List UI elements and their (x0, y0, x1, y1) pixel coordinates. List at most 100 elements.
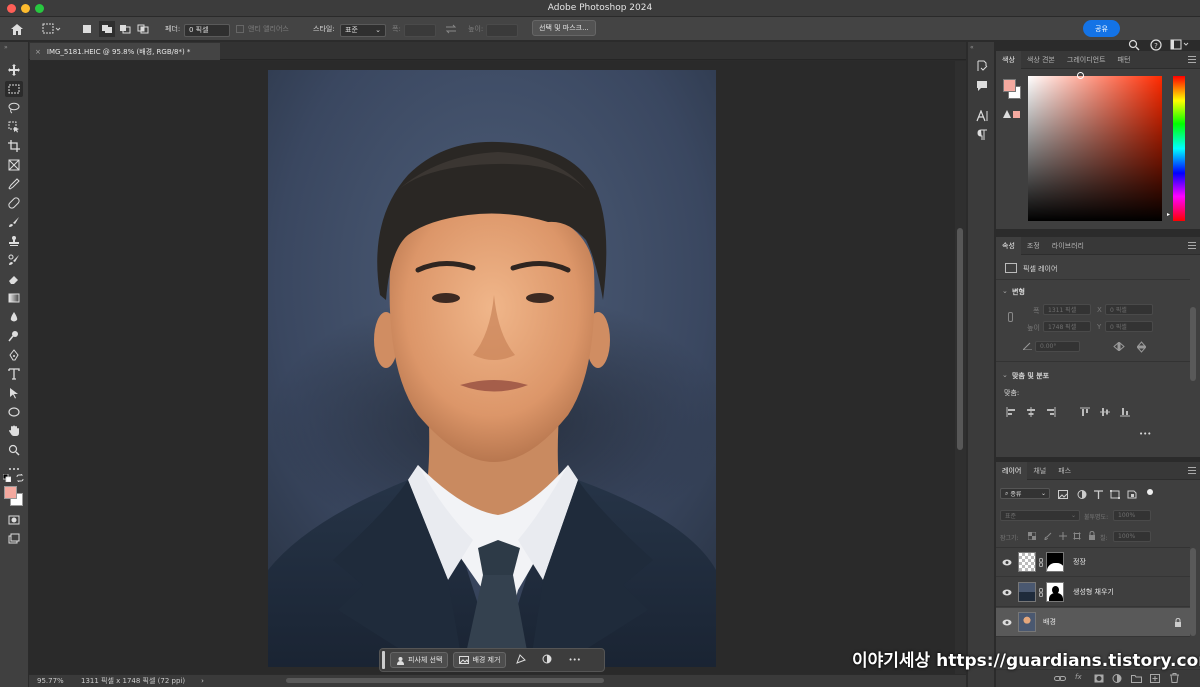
tab-paths[interactable]: 패스 (1052, 462, 1077, 480)
home-button[interactable] (10, 21, 24, 37)
vertical-scroll-thumb[interactable] (957, 228, 963, 450)
blur-tool[interactable] (5, 309, 23, 325)
antialias-checkbox[interactable]: 앤티 앨리어스 (236, 21, 289, 37)
tab-layers[interactable]: 레이어 (996, 462, 1028, 480)
x-field[interactable]: 0 픽셀 (1105, 304, 1153, 315)
type-tool[interactable] (5, 366, 23, 382)
layer-name[interactable]: 배경 (1043, 617, 1056, 627)
opacity-field[interactable]: 100% (1113, 510, 1151, 521)
swap-dimensions-button[interactable] (445, 21, 457, 37)
align-bottom-icon[interactable] (1120, 407, 1130, 417)
panel-menu-icon[interactable] (1188, 242, 1196, 249)
tab-color[interactable]: 색상 (996, 51, 1021, 69)
status-chevron-icon[interactable]: › (201, 677, 204, 685)
document-canvas-photo[interactable] (268, 70, 716, 667)
character-icon[interactable] (976, 110, 988, 122)
select-and-mask-button[interactable]: 선택 및 마스크... (532, 20, 596, 36)
hand-tool[interactable] (5, 423, 23, 439)
tab-gradients[interactable]: 그레이디언트 (1061, 51, 1112, 69)
lasso-tool[interactable] (5, 100, 23, 116)
width-input[interactable] (404, 23, 436, 37)
lock-transparent-icon[interactable] (1028, 532, 1036, 540)
paragraph-icon[interactable] (976, 129, 988, 141)
remove-background-button[interactable]: 배경 제거 (453, 652, 507, 668)
trash-icon[interactable] (1170, 673, 1179, 683)
quick-mask-button[interactable] (5, 512, 23, 528)
chevron-down-icon[interactable]: ⌄ (1002, 371, 1008, 379)
select-subject-button[interactable]: 피사체 선택 (390, 652, 449, 668)
chain-link-icon[interactable] (1039, 557, 1043, 567)
panel-menu-icon[interactable] (1188, 56, 1196, 63)
new-selection-button[interactable] (82, 21, 92, 37)
y-field[interactable]: 0 픽셀 (1105, 321, 1153, 332)
visibility-eye-icon[interactable] (1002, 589, 1012, 596)
adjustment-button[interactable] (542, 654, 552, 666)
collapse-icon[interactable]: » (4, 44, 8, 51)
flip-horizontal-icon[interactable] (1113, 341, 1125, 353)
document-info[interactable]: 1311 픽셀 x 1748 픽셀 (72 ppi) (81, 676, 185, 686)
lock-all-icon[interactable] (1088, 531, 1096, 540)
chain-link-icon[interactable] (1039, 587, 1043, 597)
brush-tool[interactable] (5, 214, 23, 230)
more-options-button[interactable]: ••• (568, 656, 580, 664)
zoom-level[interactable]: 95.77% (37, 677, 77, 685)
panel-menu-icon[interactable] (1188, 467, 1196, 474)
height-field[interactable]: 1748 픽셀 (1043, 321, 1091, 332)
align-top-icon[interactable] (1080, 407, 1090, 417)
lock-pixels-icon[interactable] (1044, 532, 1052, 540)
intersect-selection-button[interactable] (137, 21, 149, 37)
default-colors-button[interactable] (2, 473, 12, 484)
add-selection-button[interactable] (99, 21, 115, 37)
horizontal-scroll-thumb[interactable] (286, 678, 604, 683)
fill-field[interactable]: 100% (1113, 531, 1151, 542)
filter-smart-object-icon[interactable] (1127, 490, 1137, 499)
filter-toggle-icon[interactable] (1147, 489, 1153, 495)
fx-icon[interactable]: fx (1075, 673, 1082, 681)
add-mask-icon[interactable] (1094, 674, 1104, 683)
visibility-eye-icon[interactable] (1002, 619, 1012, 626)
screen-mode-button[interactable] (5, 531, 23, 547)
lock-position-icon[interactable] (1059, 532, 1067, 540)
feather-input[interactable]: 0 픽셀 (184, 23, 230, 37)
path-select-tool[interactable] (5, 385, 23, 401)
style-select[interactable]: 표준 ⌄ (340, 23, 386, 37)
comments-icon[interactable] (976, 80, 988, 92)
tab-libraries[interactable]: 라이브러리 (1046, 237, 1090, 255)
hue-slider[interactable] (1173, 76, 1185, 221)
panel-fg-swatch[interactable] (1003, 79, 1016, 92)
document-tab[interactable]: × IMG_5181.HEIC @ 95.8% (배경, RGB/8*) * (30, 43, 220, 60)
move-tool[interactable] (5, 62, 23, 78)
layer-row-generative-fill[interactable]: 생성형 채우기 (996, 578, 1190, 607)
new-layer-icon[interactable] (1150, 674, 1160, 683)
chevron-down-icon[interactable]: ⌄ (1002, 287, 1008, 295)
filter-type-icon[interactable] (1094, 490, 1103, 499)
visibility-eye-icon[interactable] (1002, 559, 1012, 566)
more-align-options-button[interactable]: ••• (1139, 430, 1151, 438)
link-icon[interactable] (1008, 312, 1013, 322)
object-select-tool[interactable] (5, 119, 23, 135)
properties-scroll-thumb[interactable] (1190, 307, 1196, 381)
eraser-tool[interactable] (5, 271, 23, 287)
color-picker-cursor[interactable] (1077, 72, 1084, 79)
layers-scroll-thumb[interactable] (1190, 548, 1196, 636)
collapse-icon[interactable]: « (970, 44, 974, 51)
tab-patterns[interactable]: 패턴 (1112, 51, 1137, 69)
link-layers-icon[interactable] (1054, 675, 1066, 682)
tab-adjustments[interactable]: 조정 (1021, 237, 1046, 255)
marquee-tool[interactable] (5, 81, 23, 97)
flip-vertical-icon[interactable] (1136, 341, 1147, 355)
layer-name[interactable]: 정장 (1073, 557, 1086, 567)
align-middle-v-icon[interactable] (1100, 407, 1110, 417)
blend-mode-select[interactable]: 표준 ⌄ (1000, 510, 1080, 521)
height-input[interactable] (486, 23, 518, 37)
lock-artboard-icon[interactable] (1073, 532, 1081, 540)
layer-row-background[interactable]: 배경 (996, 608, 1190, 637)
transform-button[interactable] (516, 654, 527, 666)
align-left-icon[interactable] (1006, 407, 1016, 417)
healing-tool[interactable] (5, 195, 23, 211)
crop-tool[interactable] (5, 138, 23, 154)
hue-marker-icon[interactable]: ▸ (1167, 211, 1170, 218)
layer-filter-select[interactable]: ⌕ 종류 ⌄ (1000, 488, 1050, 499)
swap-colors-button[interactable] (16, 473, 24, 484)
width-field[interactable]: 1311 픽셀 (1043, 304, 1091, 315)
